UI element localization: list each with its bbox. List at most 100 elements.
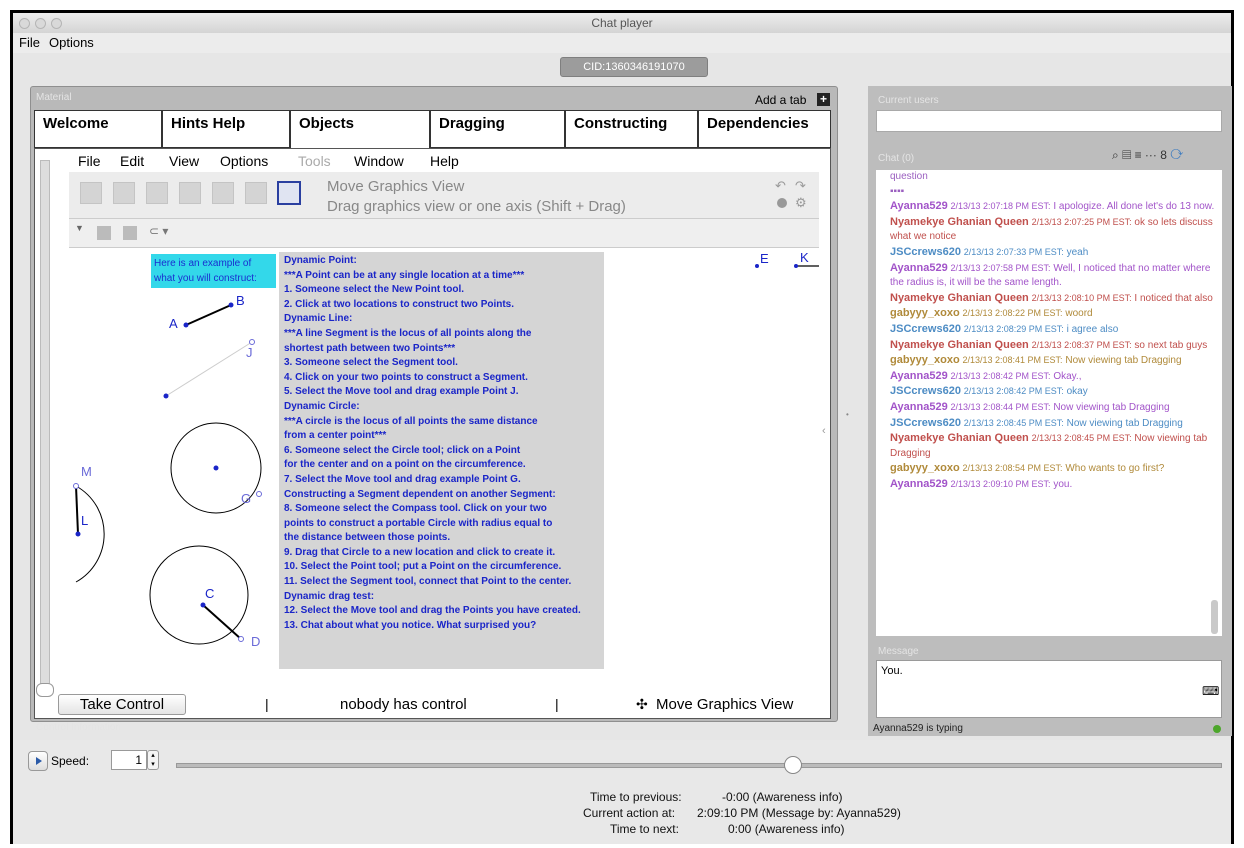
gmenu-edit[interactable]: Edit: [120, 153, 144, 169]
chat-text: i agree also: [1066, 323, 1119, 335]
tab-constructing[interactable]: Constructing: [565, 110, 698, 148]
point-capture-dropdown-icon[interactable]: ⊂ ▾: [149, 224, 168, 238]
chat-message: JSCcrews620 2/13/13 2:08:45 PM EST: Now …: [876, 416, 1222, 432]
list-icon[interactable]: ▤: [1122, 148, 1131, 162]
send-icon[interactable]: ⌨: [1202, 684, 1219, 698]
current-users-field: [876, 110, 1222, 132]
perpendicular-tool-button[interactable]: [179, 182, 201, 204]
tab-hints-help[interactable]: Hints Help: [162, 110, 290, 148]
tab-dependencies[interactable]: Dependencies: [698, 110, 831, 148]
circle-c: [149, 545, 249, 645]
chat-message: Nyamekye Ghanian Queen 2/13/13 2:08:37 P…: [876, 338, 1222, 354]
point-tool-button[interactable]: [113, 182, 135, 204]
label-k: K: [800, 250, 809, 265]
move-graphics-view-button[interactable]: [277, 181, 301, 205]
current-action-label: Current action at:: [583, 806, 676, 820]
chat-timestamp: 2/13/13 2:08:29 PM EST:: [963, 323, 1064, 334]
instruction-line: 4. Click on your two points to construct…: [284, 371, 528, 383]
playback-thumb[interactable]: [783, 756, 802, 774]
chat-message: gabyyy_xoxo 2/13/13 2:08:41 PM EST: Now …: [876, 353, 1222, 369]
gmenu-help[interactable]: Help: [430, 153, 459, 169]
instruction-line: 13. Chat about what you notice. What sur…: [284, 619, 537, 631]
chat-text: Now viewing tab Dragging: [1053, 401, 1170, 413]
chat-text: woord: [1065, 308, 1093, 320]
chat-heading: Chat (0): [878, 153, 915, 164]
point-c: [200, 602, 206, 608]
refresh-icon[interactable]: ⟳: [1170, 148, 1183, 162]
tab-dragging[interactable]: Dragging: [430, 110, 565, 148]
more-icon[interactable]: ⋯: [1145, 148, 1157, 162]
chat-timestamp: 2/13/13 2:08:44 PM EST:: [950, 401, 1051, 412]
chat-message: Nyamekye Ghanian Queen 2/13/13 2:08:10 P…: [876, 291, 1222, 307]
axes-toggle-icon[interactable]: [123, 226, 137, 240]
chat-text: ▪▪▪▪: [890, 185, 905, 197]
chat-message: gabyyy_xoxo 2/13/13 2:08:54 PM EST: Who …: [876, 461, 1222, 477]
tab-welcome[interactable]: Welcome: [34, 110, 162, 148]
gmenu-options[interactable]: Options: [220, 153, 268, 169]
line-tool-button[interactable]: [146, 182, 168, 204]
point-l: [75, 531, 81, 537]
style-bar-toggle-icon[interactable]: ▼: [75, 223, 84, 233]
speed-label: Speed:: [51, 754, 90, 768]
play-icon: [36, 757, 42, 765]
label-a: A: [169, 316, 178, 331]
chat-message: Ayanna529 2/13/13 2:09:10 PM EST: you.: [876, 477, 1222, 493]
point-d: [238, 636, 244, 642]
label-g: G: [241, 491, 252, 506]
polygon-tool-button[interactable]: [212, 182, 234, 204]
collapse-chevron-icon[interactable]: ‹: [822, 425, 826, 437]
time-next-label: Time to next:: [610, 822, 679, 836]
title-bar: Chat player: [13, 13, 1231, 34]
chat-text: okay: [1066, 386, 1088, 398]
vertical-slider[interactable]: [36, 160, 54, 697]
chat-text: yeah: [1066, 246, 1089, 258]
move-tool-button[interactable]: [80, 182, 102, 204]
eight-icon[interactable]: 8: [1160, 148, 1167, 162]
chat-username: Nyamekye Ghanian Queen: [890, 215, 1029, 228]
chat-username: JSCcrews620: [890, 245, 961, 258]
point-e: [755, 264, 759, 268]
gmenu-tools[interactable]: Tools: [298, 153, 331, 169]
add-tab-icon[interactable]: +: [817, 93, 830, 106]
chat-scrollbar-thumb[interactable]: [1211, 600, 1218, 634]
menu-options[interactable]: Options: [49, 35, 94, 50]
gmenu-view[interactable]: View: [169, 153, 199, 169]
segment-ab: [185, 304, 232, 326]
undo-icon[interactable]: ↶: [775, 178, 786, 194]
tab-objects[interactable]: Objects: [290, 110, 430, 148]
chat-timestamp: 2/13/13 2:08:22 PM EST:: [962, 308, 1063, 319]
chat-list[interactable]: question ▪▪▪▪ Ayanna529 2/13/13 2:07:18 PM…: [876, 170, 1222, 636]
chat-message: question: [876, 170, 1222, 185]
play-button[interactable]: [28, 751, 48, 771]
speed-input[interactable]: 1: [111, 750, 147, 770]
window-title: Chat player: [591, 16, 653, 30]
current-tool-label: Move Graphics View: [656, 696, 794, 713]
message-input[interactable]: You.: [876, 660, 1222, 718]
grid-toggle-icon[interactable]: [97, 226, 111, 240]
geogebra-menubar: File Edit View Options Tools Window Help: [78, 151, 818, 171]
vertical-slider-thumb[interactable]: [36, 683, 54, 697]
chat-message: gabyyy_xoxo 2/13/13 2:08:22 PM EST: woor…: [876, 306, 1222, 322]
search-icon[interactable]: ⌕: [1112, 148, 1119, 162]
instruction-line: ***A Point can be at any single location…: [284, 269, 525, 281]
point-a: [183, 322, 189, 328]
splitter-handle[interactable]: •: [846, 410, 849, 419]
chat-timestamp: 2/13/13 2:09:10 PM EST:: [950, 478, 1051, 489]
instruction-line: points to construct a portable Circle wi…: [284, 517, 553, 529]
instruction-line: 5. Select the Move tool and drag example…: [284, 386, 519, 398]
instruction-line: from a center point***: [284, 430, 387, 442]
hint-line-1: Here is an example of: [154, 258, 252, 269]
gmenu-file[interactable]: File: [78, 153, 101, 169]
redo-icon[interactable]: ↷: [795, 178, 806, 194]
slider-tool-button[interactable]: [245, 182, 267, 204]
speed-stepper[interactable]: ▴ ▾: [147, 750, 159, 770]
instruction-line: for the center and on a point on the cir…: [284, 459, 526, 471]
gmenu-window[interactable]: Window: [354, 153, 404, 169]
settings-gear-icon[interactable]: ⚙: [795, 195, 807, 211]
help-icon[interactable]: [777, 198, 787, 208]
playback-track[interactable]: [176, 763, 1222, 768]
menu-file[interactable]: File: [19, 35, 40, 50]
take-control-button[interactable]: Take Control: [58, 694, 186, 715]
menu-icon[interactable]: ≡: [1135, 148, 1142, 162]
label-e: E: [760, 251, 769, 266]
